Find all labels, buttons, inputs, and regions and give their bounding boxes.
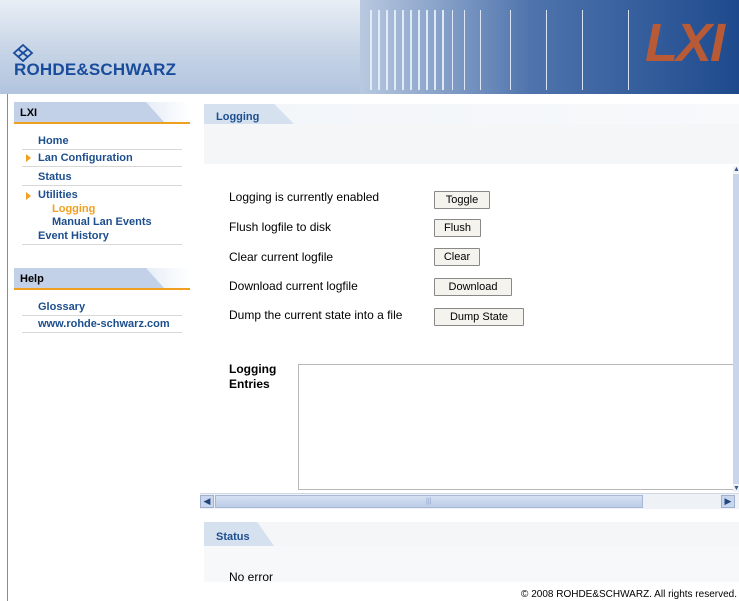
dump-state-button[interactable]: Dump State	[434, 308, 524, 326]
expand-arrow-icon	[26, 154, 31, 162]
sidebar-item-glossary[interactable]: Glossary	[22, 299, 182, 316]
scroll-left-icon[interactable]: ◀	[200, 495, 214, 508]
status-title: Status	[216, 531, 250, 543]
vertical-scrollbar[interactable]: ▲ ▼	[733, 166, 739, 492]
toggle-button[interactable]: Toggle	[434, 191, 490, 209]
dump-state-label: Dump the current state into a file	[229, 308, 403, 322]
sidebar-item-label: Manual Lan Events	[52, 216, 152, 228]
sidebar-section-help-label: Help	[20, 273, 44, 285]
horizontal-scrollbar[interactable]: ◀ ||| ▶	[200, 493, 739, 509]
sidebar-item-event-history[interactable]: Event History	[22, 228, 182, 245]
status-message: No error	[229, 570, 274, 584]
scroll-down-icon[interactable]: ▼	[733, 485, 739, 492]
sidebar-item-label: Glossary	[38, 301, 86, 313]
flush-label: Flush logfile to disk	[229, 220, 332, 234]
logging-entries-textarea[interactable]	[298, 364, 735, 490]
logging-panel-header: Logging	[204, 104, 739, 164]
logging-entries-label: Logging Entries	[229, 362, 277, 391]
sidebar-item-label: Home	[38, 135, 69, 147]
sidebar-item-status[interactable]: Status	[22, 169, 182, 186]
sidebar-item-label: Lan Configuration	[38, 152, 133, 164]
copyright-text: © 2008 ROHDE&SCHWARZ. All rights reserve…	[521, 589, 737, 600]
scroll-right-icon[interactable]: ▶	[721, 495, 735, 508]
brand-logo-text: ROHDE&SCHWARZ	[14, 60, 177, 79]
lxi-logo: LXI	[645, 13, 725, 73]
status-panel: Status No error	[204, 522, 739, 584]
download-label: Download current logfile	[229, 279, 358, 293]
page-title: Logging	[216, 111, 260, 123]
expand-arrow-icon	[26, 192, 31, 200]
vertical-scroll-thumb[interactable]	[733, 174, 739, 484]
logging-state-label: Logging is currently enabled	[229, 190, 380, 204]
sidebar-item-label: Status	[38, 171, 72, 183]
horizontal-scroll-thumb[interactable]: |||	[215, 495, 643, 508]
sidebar-section-lxi-label: LXI	[20, 107, 38, 119]
sidebar-item-home[interactable]: Home	[22, 133, 182, 150]
scroll-grip-icon: |||	[426, 498, 432, 505]
sidebar-section-help: Help	[14, 268, 190, 290]
sidebar-item-label: Event History	[38, 230, 109, 242]
clear-label: Clear current logfile	[229, 250, 334, 264]
sidebar-item-label: www.rohde-schwarz.com	[38, 318, 170, 330]
sidebar: LXI Home Lan Configuration Status Utilit…	[8, 94, 198, 601]
sidebar-section-lxi: LXI	[14, 102, 190, 124]
sidebar-item-label: Utilities	[38, 189, 78, 201]
scroll-up-icon[interactable]: ▲	[733, 166, 739, 173]
download-button[interactable]: Download	[434, 278, 512, 296]
page-header: ROHDE&SCHWARZ LXI	[0, 0, 739, 94]
sidebar-item-lan-configuration[interactable]: Lan Configuration	[22, 150, 182, 167]
clear-button[interactable]: Clear	[434, 248, 480, 266]
sidebar-item-website[interactable]: www.rohde-schwarz.com	[22, 316, 182, 333]
flush-button[interactable]: Flush	[434, 219, 481, 237]
sidebar-item-label: Logging	[52, 203, 96, 215]
